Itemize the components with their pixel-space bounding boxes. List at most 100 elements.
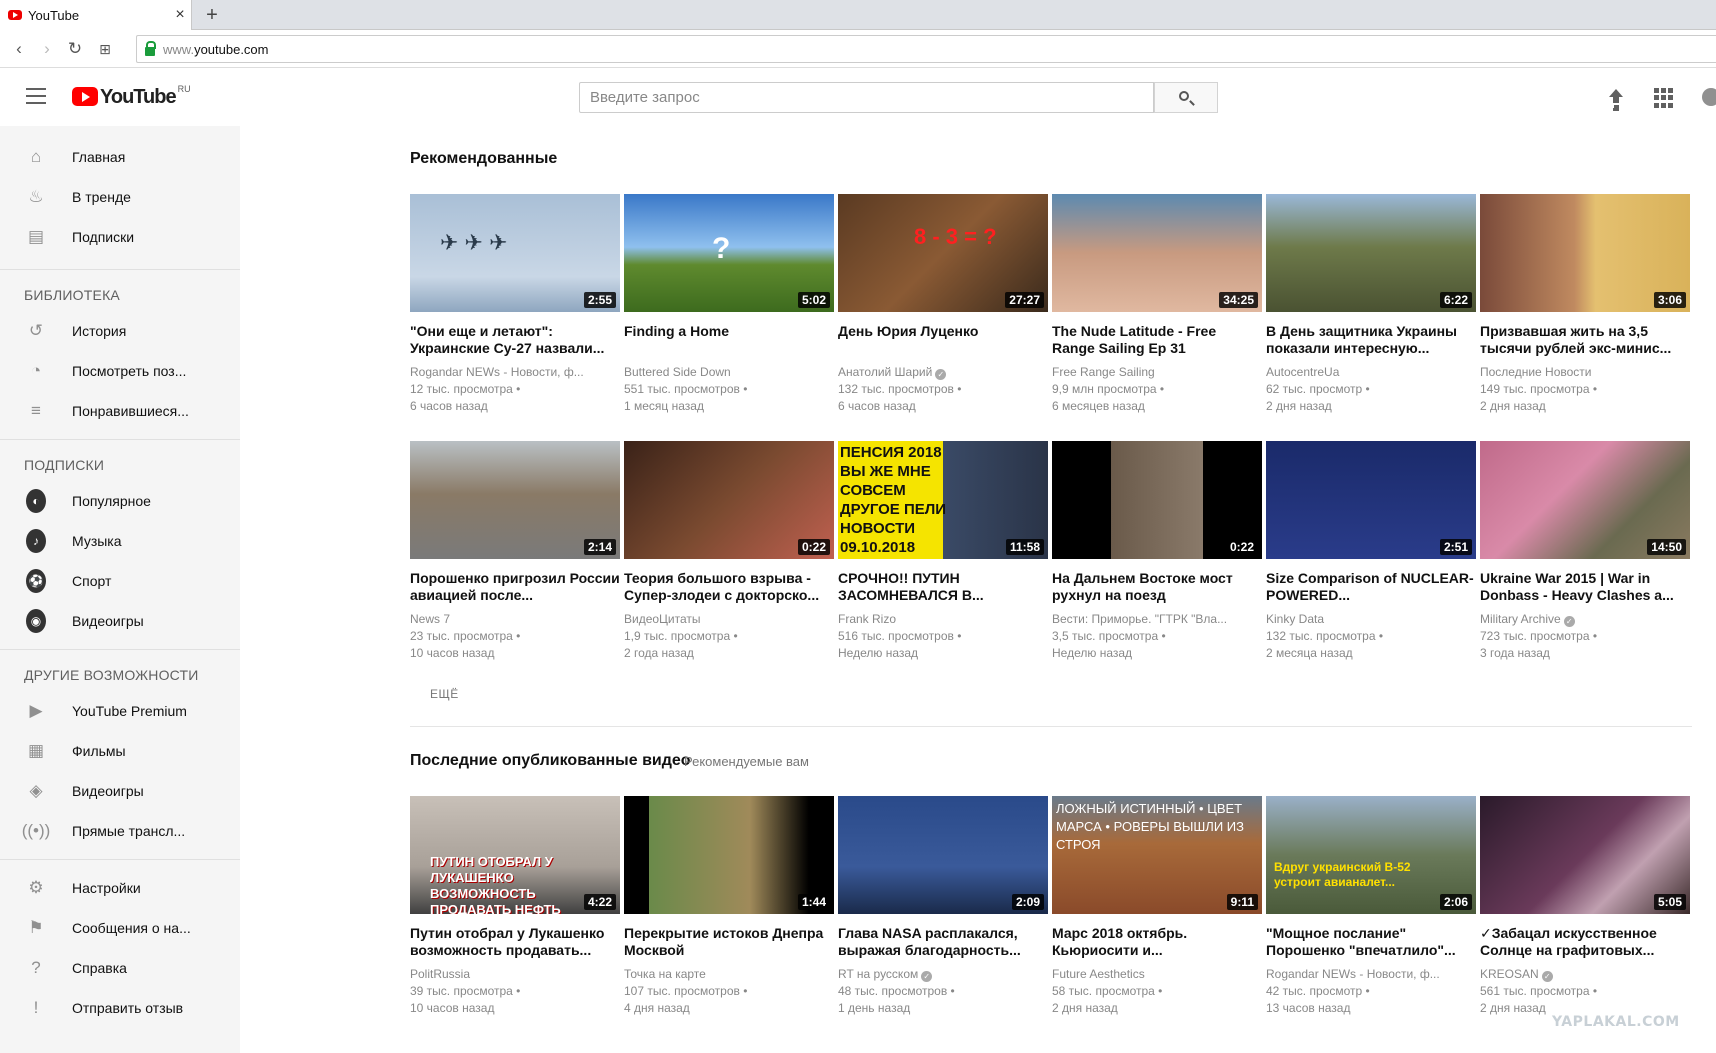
channel-name[interactable]: Kinky Data: [1266, 612, 1324, 626]
sidebar-item-gaming[interactable]: ◉ Видеоигры: [0, 601, 240, 641]
video-title[interactable]: "Мощное послание" Порошенко "впечатлило"…: [1266, 925, 1476, 959]
sidebar-item-settings[interactable]: ⚙ Настройки: [0, 868, 240, 908]
channel-name[interactable]: Military Archive: [1480, 612, 1561, 626]
video-thumbnail[interactable]: 2:09: [838, 796, 1048, 914]
sidebar-item-home[interactable]: ⌂ Главная: [0, 137, 240, 177]
sidebar-item-popular[interactable]: ◐ Популярное: [0, 481, 240, 521]
video-thumbnail[interactable]: 14:50: [1480, 441, 1690, 559]
channel-name[interactable]: Вести: Приморье. "ГТРК "Вла...: [1052, 612, 1227, 626]
video-card[interactable]: 2:14 Порошенко пригрозил России авиацией …: [410, 441, 620, 662]
sidebar-item-live[interactable]: ((•)) Прямые трансл...: [0, 811, 240, 851]
video-title[interactable]: Finding a Home: [624, 323, 834, 357]
video-title[interactable]: The Nude Latitude - Free Range Sailing E…: [1052, 323, 1262, 357]
video-thumbnail[interactable]: 3:06: [1480, 194, 1690, 312]
video-card[interactable]: 5:05 ✓Забацал искусственное Солнце на гра…: [1480, 796, 1690, 1017]
back-icon[interactable]: ‹: [6, 36, 32, 62]
video-card[interactable]: 3:06 Призвавшая жить на 3,5 тысячи рублей…: [1480, 194, 1690, 415]
video-card[interactable]: ✈ ✈ ✈ 2:55 "Они еще и летают": Украинские …: [410, 194, 620, 415]
sidebar-item-trending[interactable]: ♨ В тренде: [0, 177, 240, 217]
video-thumbnail[interactable]: Вдруг украинский В-52 устроит авианалет.…: [1266, 796, 1476, 914]
video-card[interactable]: 14:50 Ukraine War 2015 | War in Donbass -…: [1480, 441, 1690, 662]
browser-tab[interactable]: YouTube ×: [0, 0, 192, 30]
sidebar-item-report[interactable]: ⚑ Сообщения о на...: [0, 908, 240, 948]
channel-name[interactable]: News 7: [410, 612, 450, 626]
video-card[interactable]: ЛОЖНЫЙ ИСТИННЫЙ • ЦВЕТ МАРСА • РОВЕРЫ ВЫ…: [1052, 796, 1262, 1017]
video-thumbnail[interactable]: ПУТИН ОТОБРАЛ У ЛУКАШЕНКО ВОЗМОЖНОСТЬ ПР…: [410, 796, 620, 914]
upload-icon[interactable]: [1606, 88, 1626, 108]
channel-name[interactable]: Buttered Side Down: [624, 365, 731, 379]
apps-grid-icon[interactable]: [1654, 88, 1674, 108]
youtube-logo[interactable]: YouTube RU: [72, 84, 191, 110]
channel-name[interactable]: Точка на карте: [624, 967, 706, 981]
search-button[interactable]: [1154, 82, 1218, 113]
video-card[interactable]: 0:22 Теория большого взрыва - Супер-злоде…: [624, 441, 834, 662]
video-thumbnail[interactable]: 34:25: [1052, 194, 1262, 312]
sidebar-item-subscriptions[interactable]: ▤ Подписки: [0, 217, 240, 257]
video-thumbnail[interactable]: 8 - 3 = ? 27:27: [838, 194, 1048, 312]
channel-name[interactable]: Анатолий Шарий: [838, 365, 932, 379]
search-input[interactable]: Введите запрос: [579, 82, 1154, 113]
video-title[interactable]: Путин отобрал у Лукашенко возможность пр…: [410, 925, 620, 959]
show-more-button[interactable]: ЕЩЁ: [430, 687, 459, 701]
video-card[interactable]: ? 5:02 Finding a Home Buttered Side Down 551…: [624, 194, 834, 415]
video-card[interactable]: ПУТИН ОТОБРАЛ У ЛУКАШЕНКО ВОЗМОЖНОСТЬ ПР…: [410, 796, 620, 1017]
sidebar-item-premium[interactable]: ▶ YouTube Premium: [0, 691, 240, 731]
video-title[interactable]: Теория большого взрыва - Супер-злодеи с …: [624, 570, 834, 604]
reload-icon[interactable]: ↻: [62, 36, 88, 62]
video-card[interactable]: 2:09 Глава NASA расплакался, выражая благ…: [838, 796, 1048, 1017]
messages-icon[interactable]: [1702, 88, 1716, 106]
tab-close-button[interactable]: ×: [169, 6, 191, 24]
video-thumbnail[interactable]: 2:14: [410, 441, 620, 559]
video-card[interactable]: ПЕНСИЯ 2018 ВЫ ЖЕ МНЕ СОВСЕМ ДРУГОЕ ПЕЛИ…: [838, 441, 1048, 662]
video-card[interactable]: 8 - 3 = ? 27:27 День Юрия Луценко Анатолий …: [838, 194, 1048, 415]
video-thumbnail[interactable]: 2:51: [1266, 441, 1476, 559]
sidebar-item-feedback[interactable]: ! Отправить отзыв: [0, 988, 240, 1028]
video-card[interactable]: 34:25 The Nude Latitude - Free Range Sail…: [1052, 194, 1262, 415]
channel-name[interactable]: Rogandar NEWs - Новости, ф...: [1266, 967, 1440, 981]
sidebar-item-games[interactable]: ◈ Видеоигры: [0, 771, 240, 811]
video-card[interactable]: 6:22 В День защитника Украины показали ин…: [1266, 194, 1476, 415]
tab-grid-icon[interactable]: ⊞: [92, 36, 118, 62]
video-title[interactable]: В День защитника Украины показали интере…: [1266, 323, 1476, 357]
video-title[interactable]: СРОЧНО!! ПУТИН ЗАСОМНЕВАЛСЯ В...: [838, 570, 1048, 604]
sidebar-item-help[interactable]: ? Справка: [0, 948, 240, 988]
channel-name[interactable]: KREOSAN: [1480, 967, 1539, 981]
video-card[interactable]: 0:22 На Дальнем Востоке мост рухнул на по…: [1052, 441, 1262, 662]
video-title[interactable]: Ukraine War 2015 | War in Donbass - Heav…: [1480, 570, 1690, 604]
forward-icon[interactable]: ›: [34, 36, 60, 62]
video-card[interactable]: 1:44 Перекрытие истоков Днепра Москвой Точ…: [624, 796, 834, 1017]
new-tab-button[interactable]: +: [200, 2, 224, 28]
video-thumbnail[interactable]: ✈ ✈ ✈ 2:55: [410, 194, 620, 312]
address-bar[interactable]: www. youtube.com: [136, 35, 1716, 63]
video-title[interactable]: Size Comparison of NUCLEAR-POWERED...: [1266, 570, 1476, 604]
video-title[interactable]: Перекрытие истоков Днепра Москвой: [624, 925, 834, 959]
channel-name[interactable]: ВидеоЦитаты: [624, 612, 701, 626]
video-thumbnail[interactable]: ПЕНСИЯ 2018 ВЫ ЖЕ МНЕ СОВСЕМ ДРУГОЕ ПЕЛИ…: [838, 441, 1048, 559]
sidebar-item-watch-later[interactable]: ◔ Посмотреть поз...: [0, 351, 240, 391]
video-thumbnail[interactable]: ? 5:02: [624, 194, 834, 312]
video-title[interactable]: Призвавшая жить на 3,5 тысячи рублей экс…: [1480, 323, 1690, 357]
sidebar-item-sport[interactable]: ⚽ Спорт: [0, 561, 240, 601]
video-thumbnail[interactable]: 5:05: [1480, 796, 1690, 914]
sidebar-item-history[interactable]: ↺ История: [0, 311, 240, 351]
channel-name[interactable]: Frank Rizo: [838, 612, 896, 626]
channel-name[interactable]: PolitRussia: [410, 967, 470, 981]
channel-name[interactable]: Rogandar NEWs - Новости, ф...: [410, 365, 584, 379]
video-thumbnail[interactable]: 0:22: [1052, 441, 1262, 559]
channel-name[interactable]: Future Aesthetics: [1052, 967, 1145, 981]
video-title[interactable]: День Юрия Луценко: [838, 323, 1048, 357]
video-title[interactable]: Глава NASA расплакался, выражая благодар…: [838, 925, 1048, 959]
sidebar-item-liked[interactable]: ≡ Понравившиеся...: [0, 391, 240, 431]
channel-name[interactable]: Free Range Sailing: [1052, 365, 1155, 379]
channel-name[interactable]: RT на русском: [838, 967, 918, 981]
sidebar-item-movies[interactable]: ▦ Фильмы: [0, 731, 240, 771]
channel-name[interactable]: Последние Новости: [1480, 365, 1592, 379]
video-card[interactable]: Вдруг украинский В-52 устроит авианалет.…: [1266, 796, 1476, 1017]
channel-name[interactable]: AutocentreUa: [1266, 365, 1339, 379]
video-thumbnail[interactable]: 1:44: [624, 796, 834, 914]
video-thumbnail[interactable]: ЛОЖНЫЙ ИСТИННЫЙ • ЦВЕТ МАРСА • РОВЕРЫ ВЫ…: [1052, 796, 1262, 914]
video-title[interactable]: "Они еще и летают": Украинские Су-27 наз…: [410, 323, 620, 357]
video-title[interactable]: ✓Забацал искусственное Солнце на графито…: [1480, 925, 1690, 959]
video-title[interactable]: Марс 2018 октябрь. Кьюриосити и...: [1052, 925, 1262, 959]
video-thumbnail[interactable]: 6:22: [1266, 194, 1476, 312]
